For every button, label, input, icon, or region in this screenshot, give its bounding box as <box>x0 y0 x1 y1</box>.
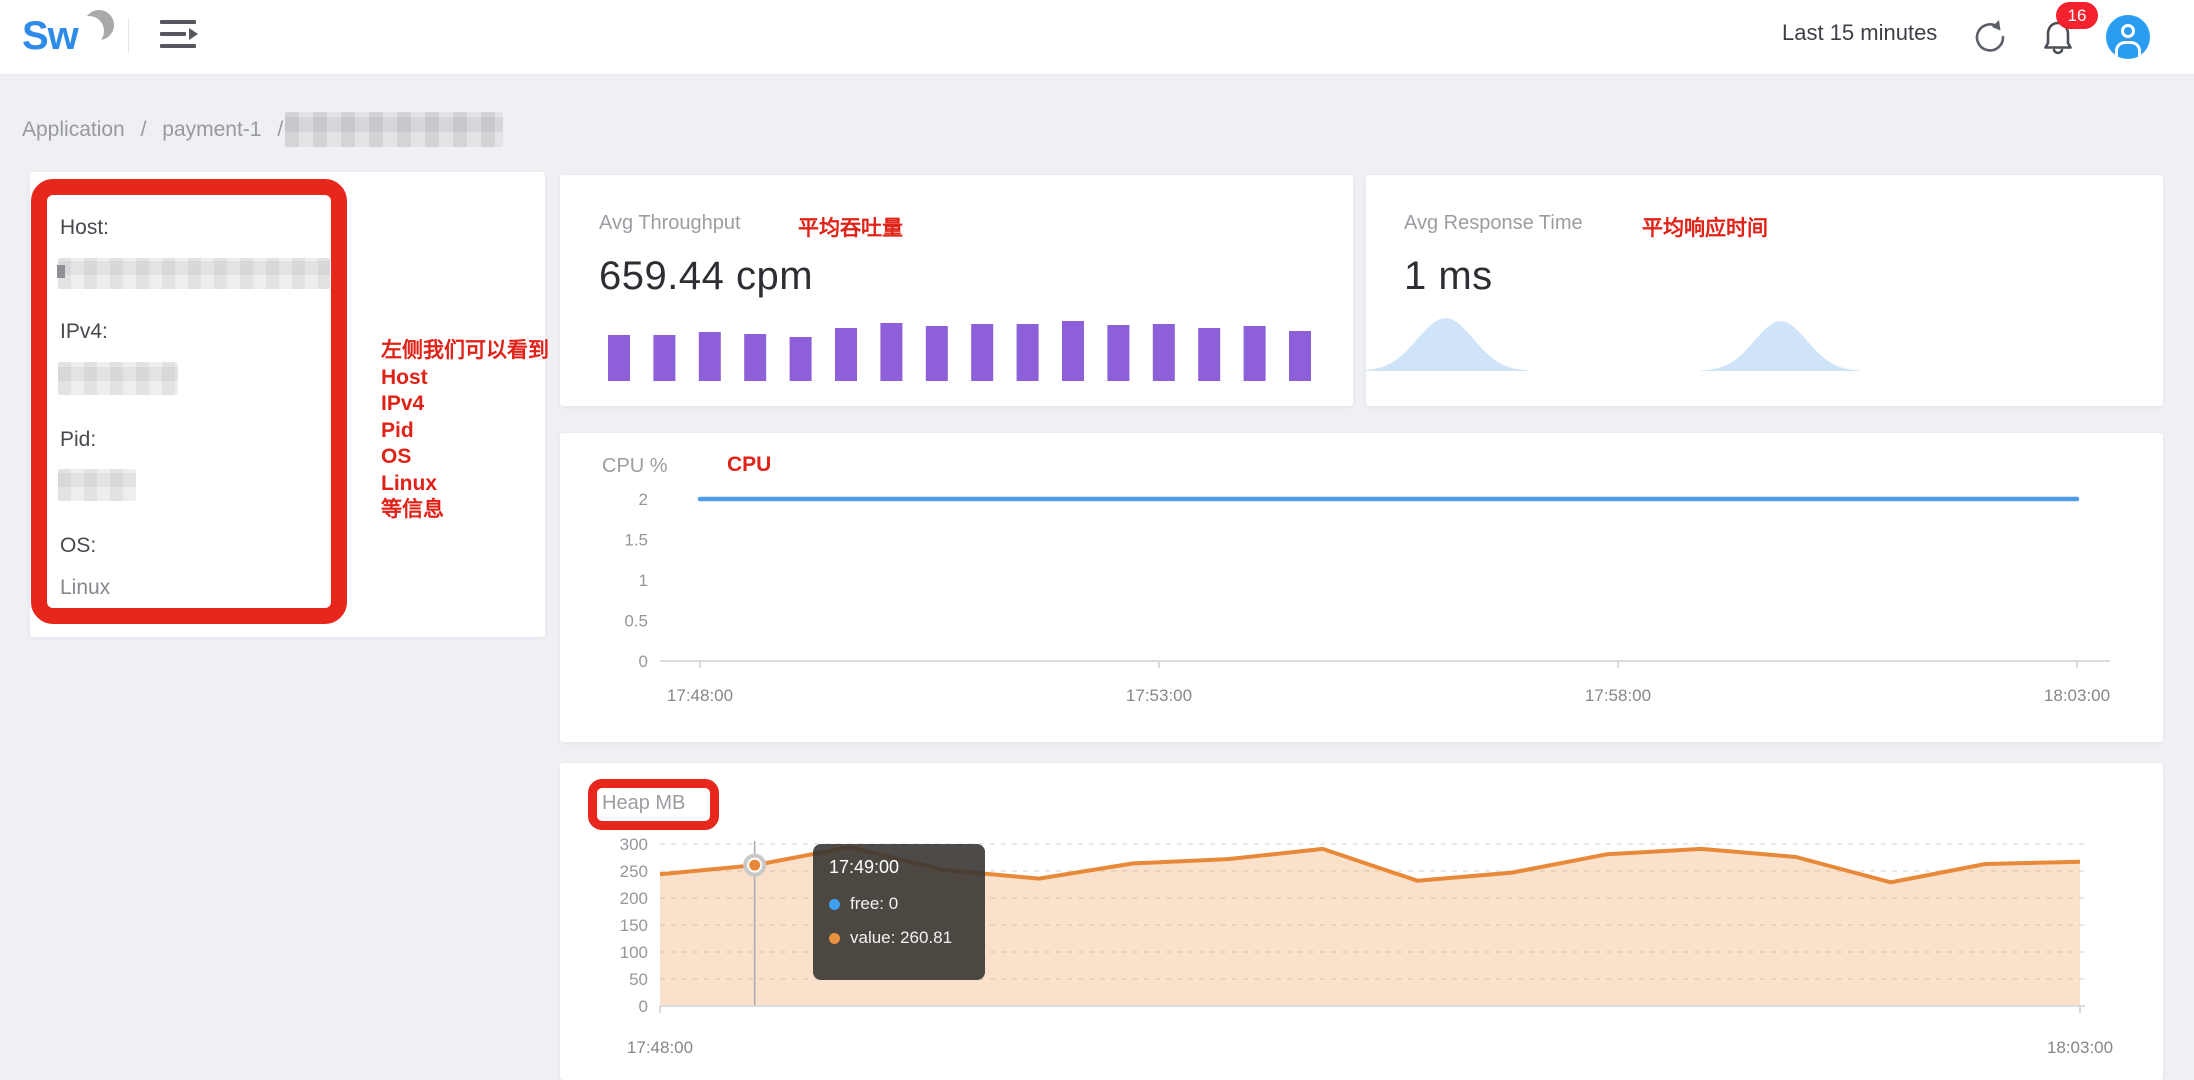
svg-text:17:53:00: 17:53:00 <box>1126 686 1192 705</box>
svg-text:1.5: 1.5 <box>624 531 648 550</box>
tooltip-time: 17:49:00 <box>829 857 969 878</box>
annotation-note-text: 左侧我们可以看到 Host IPv4 Pid OS Linux 等信息 <box>381 338 549 524</box>
breadcrumb: Application / payment-1 / <box>22 118 293 142</box>
svg-text:17:48:00: 17:48:00 <box>627 1038 693 1057</box>
throughput-bar-chart[interactable] <box>598 296 1328 391</box>
svg-text:200: 200 <box>620 889 648 908</box>
annotation-response: 平均响应时间 <box>1642 212 1768 242</box>
user-avatar[interactable] <box>2106 15 2150 59</box>
throughput-value: 659.44 cpm <box>599 254 813 299</box>
topbar-divider <box>128 18 129 52</box>
throughput-title: Avg Throughput <box>599 212 741 235</box>
time-range-selector[interactable]: Last 15 minutes <box>1782 20 1937 46</box>
svg-text:300: 300 <box>620 835 648 854</box>
response-value: 1 ms <box>1404 254 1493 299</box>
dashboard-page: Sw Last 15 minutes 16 <box>0 0 2194 1080</box>
svg-text:0: 0 <box>639 997 648 1016</box>
svg-text:17:48:00: 17:48:00 <box>667 686 733 705</box>
svg-text:17:58:00: 17:58:00 <box>1585 686 1651 705</box>
response-title: Avg Response Time <box>1404 212 1583 235</box>
skywalking-logo[interactable]: Sw <box>22 10 132 62</box>
svg-text:18:03:00: 18:03:00 <box>2047 1038 2113 1057</box>
tooltip-row-free: free: 0 <box>829 894 969 914</box>
chart-tooltip: 17:49:00 free: 0 value: 260.81 <box>813 844 985 980</box>
response-sparkline-chart[interactable] <box>1366 303 1878 375</box>
breadcrumb-application[interactable]: Application <box>22 118 125 141</box>
notification-count-badge: 16 <box>2056 2 2098 29</box>
svg-text:250: 250 <box>620 862 648 881</box>
refresh-icon[interactable] <box>1968 15 2012 59</box>
tooltip-row-value: value: 260.81 <box>829 928 969 948</box>
heap-area-chart[interactable]: 0 50 100 150 200 250 300 17:48:00 18:03:00 <box>560 763 2162 1080</box>
series-dot-value <box>829 933 840 944</box>
svg-text:2: 2 <box>639 490 648 509</box>
svg-text:1: 1 <box>639 571 648 590</box>
breadcrumb-service[interactable]: payment-1 <box>162 118 261 141</box>
logo-text: Sw <box>22 14 78 59</box>
cpu-line-chart[interactable]: 0 0.5 1 1.5 2 17:48:00 17:53:00 17:58:00 18:03:0… <box>560 433 2162 742</box>
annotation-red-frame <box>31 179 347 624</box>
sidebar-toggle-icon[interactable] <box>160 18 200 54</box>
series-dot-free <box>829 899 840 910</box>
annotation-throughput: 平均吞吐量 <box>798 212 903 242</box>
svg-text:0: 0 <box>639 652 648 671</box>
svg-text:100: 100 <box>620 943 648 962</box>
avatar-person-icon <box>2121 24 2135 38</box>
top-bar: Sw Last 15 minutes 16 <box>0 0 2194 75</box>
svg-text:50: 50 <box>629 970 648 989</box>
breadcrumb-separator: / <box>141 118 147 141</box>
svg-text:150: 150 <box>620 916 648 935</box>
svg-text:18:03:00: 18:03:00 <box>2044 686 2110 705</box>
breadcrumb-redacted-segment <box>285 112 503 147</box>
svg-text:0.5: 0.5 <box>624 612 648 631</box>
breadcrumb-separator: / <box>277 118 283 141</box>
logo-moon-cut <box>74 16 104 46</box>
